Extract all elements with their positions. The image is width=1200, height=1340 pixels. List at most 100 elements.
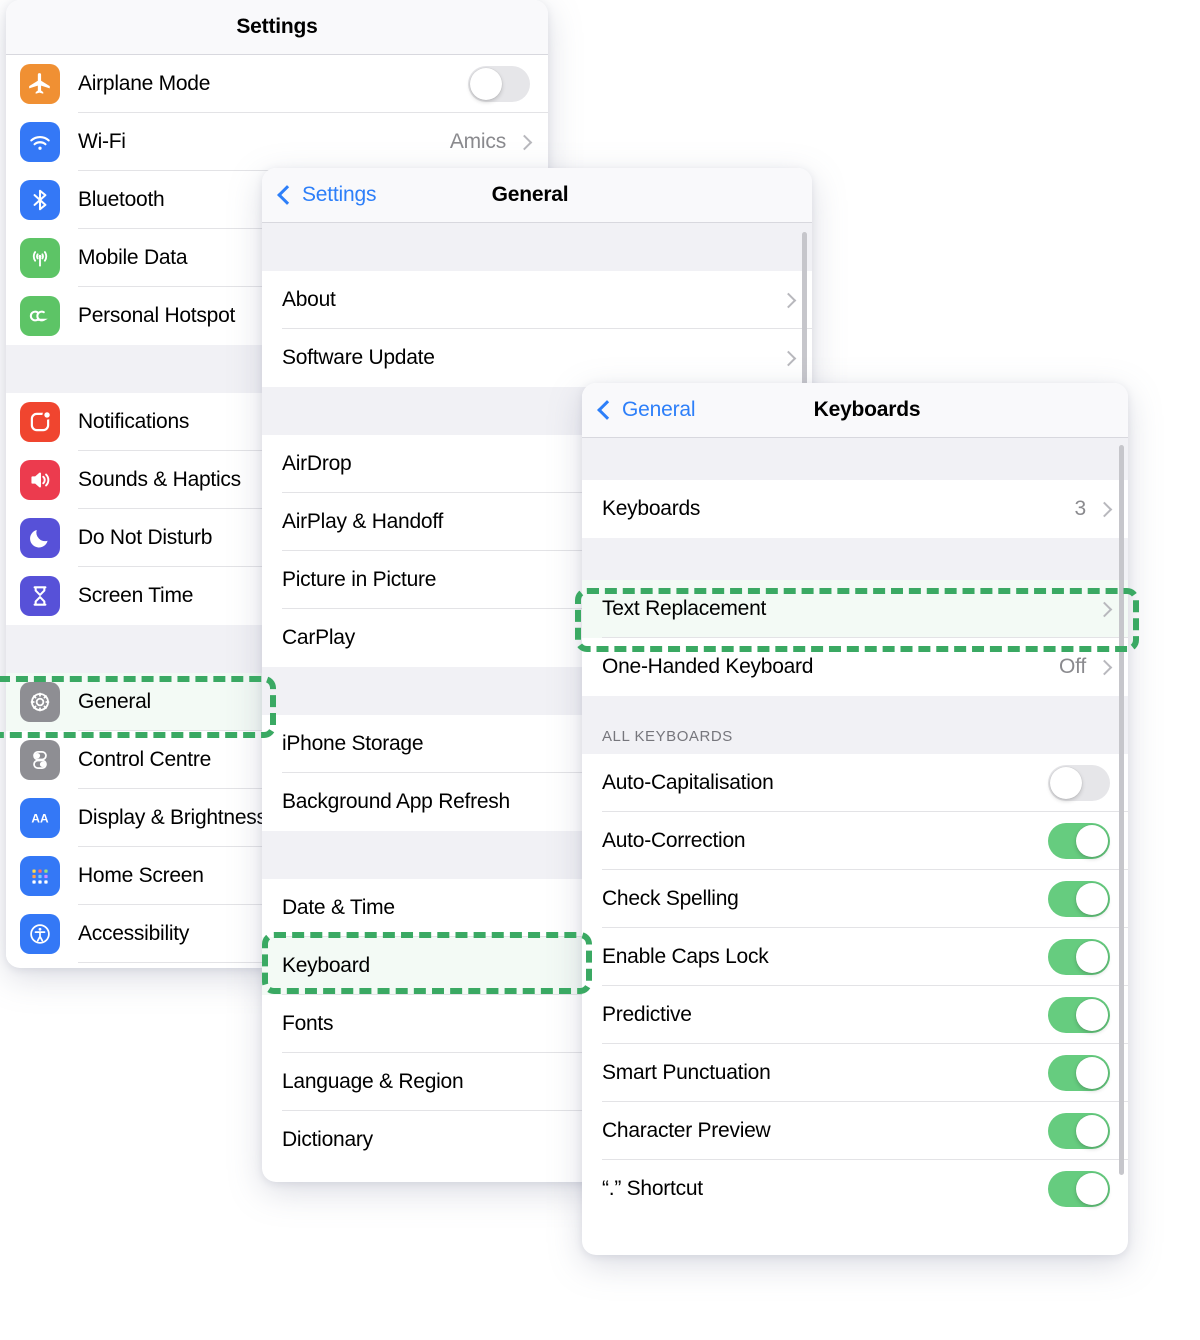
character-preview-toggle[interactable] [1048, 1113, 1110, 1149]
auto-correction-toggle[interactable] [1048, 823, 1110, 859]
sidebar-item-label: Screen Time [78, 584, 194, 607]
sidebar-item-label: Wi-Fi [78, 130, 126, 153]
home-screen-icon [20, 856, 60, 896]
list-item-label: Auto-Correction [602, 829, 746, 852]
smart-punctuation-toggle[interactable] [1048, 1055, 1110, 1091]
sidebar-item-label: Airplane Mode [78, 72, 211, 95]
airplane-icon [20, 64, 60, 104]
page-title: Settings [236, 15, 318, 38]
period-shortcut-toggle[interactable] [1048, 1171, 1110, 1207]
bluetooth-icon [20, 180, 60, 220]
page-title: General [491, 183, 569, 206]
list-item-label: Dictionary [282, 1128, 373, 1151]
sidebar-item-label: Bluetooth [78, 188, 165, 211]
list-item-label: Enable Caps Lock [602, 945, 769, 968]
row-accessory [1048, 765, 1110, 801]
list-item-auto-capitalisation[interactable]: Auto-Capitalisation [582, 754, 1128, 812]
row-accessory: Off [1058, 655, 1113, 679]
group-separator [262, 223, 812, 271]
list-item-label: Predictive [602, 1003, 692, 1026]
display-brightness-icon: AA [20, 798, 60, 838]
list-item-auto-correction[interactable]: Auto-Correction [582, 812, 1128, 870]
list-item-label: Text Replacement [602, 597, 767, 620]
back-button-label: General [622, 398, 696, 421]
sidebar-item-label: Do Not Disturb [78, 526, 213, 549]
notifications-icon [20, 402, 60, 442]
control-centre-icon [20, 740, 60, 780]
one-handed-keyboard-value: Off [1058, 655, 1086, 678]
back-to-general-button[interactable]: General [582, 398, 696, 422]
general-nav-bar: Settings General [262, 168, 812, 223]
personal-hotspot-icon [20, 296, 60, 336]
list-item-label: Keyboard [282, 954, 370, 977]
list-item-text-replacement[interactable]: Text Replacement [582, 580, 1128, 638]
list-item-about[interactable]: About [262, 271, 812, 329]
sidebar-item-label: Personal Hotspot [78, 304, 236, 327]
toggle-knob [1076, 999, 1108, 1031]
chevron-right-icon [1096, 601, 1113, 617]
list-item-predictive[interactable]: Predictive [582, 986, 1128, 1044]
toggle-knob [1076, 825, 1108, 857]
sidebar-item-label: Accessibility [78, 922, 190, 945]
list-item-label: Fonts [282, 1012, 334, 1035]
list-item-smart-punctuation[interactable]: Smart Punctuation [582, 1044, 1128, 1102]
sidebar-item-label: Display & Brightness [78, 806, 267, 829]
toggle-knob [1076, 1057, 1108, 1089]
sidebar-item-label: Control Centre [78, 748, 212, 771]
list-item-label: One-Handed Keyboard [602, 655, 814, 678]
list-item-label: Character Preview [602, 1119, 771, 1142]
all-keyboards-section-gap: ALL KEYBOARDS [582, 696, 1128, 754]
list-item-label: Smart Punctuation [602, 1061, 771, 1084]
general-group-1: About Software Update [262, 271, 812, 387]
back-button-label: Settings [302, 183, 377, 206]
list-item-label: About [282, 288, 336, 311]
list-item-check-spelling[interactable]: Check Spelling [582, 870, 1128, 928]
sidebar-item-label: General [78, 690, 151, 713]
list-item-label: Language & Region [282, 1070, 464, 1093]
list-item-software-update[interactable]: Software Update [262, 329, 812, 387]
sidebar-item-label: Sounds & Haptics [78, 468, 241, 491]
chevron-right-icon [780, 292, 797, 308]
check-spelling-toggle[interactable] [1048, 881, 1110, 917]
back-to-settings-button[interactable]: Settings [262, 183, 376, 207]
keyboards-nav-bar: General Keyboards [582, 383, 1128, 438]
keyboards-group-1: Keyboards 3 [582, 480, 1128, 538]
mobile-data-icon [20, 238, 60, 278]
sounds-haptics-icon [20, 460, 60, 500]
sidebar-item-label: Notifications [78, 410, 190, 433]
page-title: Keyboards [813, 398, 921, 421]
row-accessory [780, 292, 797, 308]
chevron-left-icon [597, 400, 617, 420]
list-item-label: Keyboards [602, 497, 701, 520]
list-item-label: Software Update [282, 346, 435, 369]
list-item-one-handed-keyboard[interactable]: One-Handed Keyboard Off [582, 638, 1128, 696]
group-separator [582, 438, 1128, 480]
keyboards-count-value: 3 [1074, 497, 1087, 520]
sidebar-item-label: Mobile Data [78, 246, 188, 269]
chevron-left-icon [277, 185, 297, 205]
list-item-label: CarPlay [282, 626, 355, 649]
list-item-label: Picture in Picture [282, 568, 437, 591]
keyboards-toggle-group: Auto-Capitalisation Auto-Correction Chec… [582, 754, 1128, 1218]
screen-time-icon [20, 576, 60, 616]
sidebar-item-wifi[interactable]: Wi-Fi Amics [6, 113, 548, 171]
row-accessory [780, 350, 797, 366]
list-item-enable-caps-lock[interactable]: Enable Caps Lock [582, 928, 1128, 986]
auto-capitalisation-toggle[interactable] [1048, 765, 1110, 801]
row-accessory [1048, 1171, 1110, 1207]
row-accessory [1048, 939, 1110, 975]
row-accessory [1096, 601, 1113, 617]
list-item-period-shortcut[interactable]: “.” Shortcut [582, 1160, 1128, 1218]
predictive-toggle[interactable] [1048, 997, 1110, 1033]
vertical-scrollbar[interactable] [1119, 445, 1124, 1175]
row-accessory [1048, 997, 1110, 1033]
list-item-character-preview[interactable]: Character Preview [582, 1102, 1128, 1160]
chevron-right-icon [1096, 501, 1113, 517]
list-item-label: “.” Shortcut [602, 1177, 703, 1200]
airplane-mode-toggle[interactable] [468, 66, 530, 102]
sidebar-item-airplane-mode[interactable]: Airplane Mode [6, 55, 548, 113]
group-separator [582, 538, 1128, 580]
list-item-label: Check Spelling [602, 887, 739, 910]
enable-caps-lock-toggle[interactable] [1048, 939, 1110, 975]
list-item-keyboards[interactable]: Keyboards 3 [582, 480, 1128, 538]
